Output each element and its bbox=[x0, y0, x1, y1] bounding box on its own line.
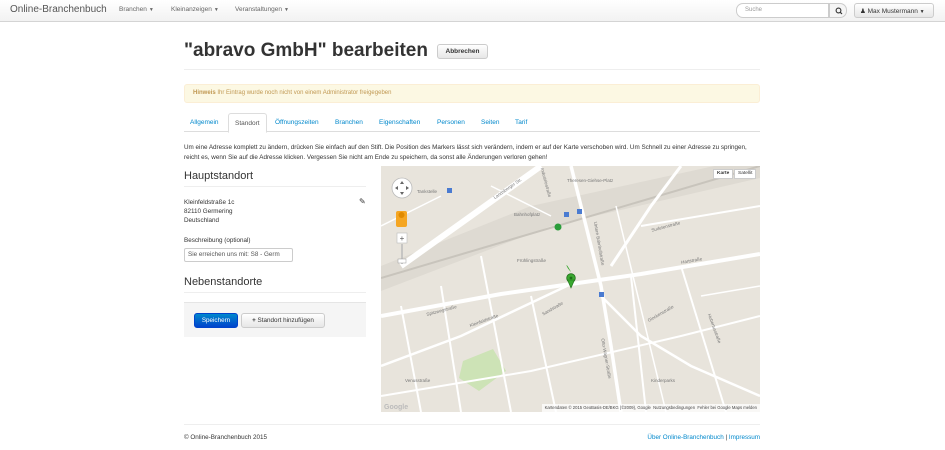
copyright: © Online-Branchenbuch 2015 bbox=[184, 434, 268, 441]
menu-kleinanzeigen[interactable]: Kleinanzeigen ▼ bbox=[171, 6, 219, 13]
footer-link-about[interactable]: Über Online-Branchenbuch bbox=[647, 434, 723, 441]
address-street: Kleinfeldstraße 1c bbox=[184, 199, 235, 206]
tab-standort[interactable]: Standort bbox=[228, 113, 267, 133]
svg-text:+: + bbox=[400, 234, 405, 243]
description-input[interactable]: Sie erreichen uns mit: S8 - Germ bbox=[184, 248, 293, 262]
edit-address-pencil-icon[interactable]: ✎ bbox=[359, 197, 366, 206]
main-location-heading: Hauptstandort bbox=[184, 170, 254, 182]
chevron-down-icon: ▼ bbox=[148, 7, 154, 13]
tab-bar: Allgemein Standort Öffnungszeiten Branch… bbox=[184, 113, 760, 133]
add-location-button[interactable]: + Standort hinzufügen bbox=[241, 313, 325, 328]
map-roads: + bbox=[381, 166, 760, 412]
map-poi-label: Tankstelle bbox=[417, 189, 438, 194]
form-actions: Speichern + Standort hinzufügen bbox=[184, 302, 366, 337]
tab-tarif[interactable]: Tarif bbox=[509, 113, 533, 132]
map-place-label: Theresen-Giehse-Platz bbox=[567, 178, 614, 183]
address-country: Deutschland bbox=[184, 217, 220, 224]
tab-allgemein[interactable]: Allgemein bbox=[184, 113, 225, 132]
divider bbox=[184, 292, 366, 293]
description-label: Beschreibung (optional) bbox=[184, 237, 251, 244]
user-icon: ♟ bbox=[860, 8, 866, 15]
map-report-link[interactable]: Fehler bei Google Maps melden bbox=[697, 405, 757, 410]
cancel-button[interactable]: Abbrechen bbox=[437, 44, 488, 59]
map-poi-label: Kinderparks bbox=[651, 378, 676, 383]
pending-approval-alert: Hinweis Ihr Eintrag wurde noch nicht von… bbox=[184, 84, 760, 103]
tab-eigenschaften[interactable]: Eigenschaften bbox=[373, 113, 426, 132]
secondary-locations-heading: Nebenstandorte bbox=[184, 276, 263, 288]
map-street-label: Venusstraße bbox=[405, 378, 431, 383]
google-logo: Google bbox=[384, 404, 409, 411]
plus-icon: + bbox=[252, 317, 256, 324]
map-type-map-button[interactable]: Karte bbox=[713, 169, 734, 179]
map-street-label: Bahnhofplatz bbox=[514, 212, 541, 217]
user-menu-button[interactable]: ♟ Max Mustermann ▼ bbox=[854, 3, 934, 18]
save-button[interactable]: Speichern bbox=[194, 313, 238, 328]
footer-link-imprint[interactable]: Impressum bbox=[729, 434, 760, 441]
map-terms-link[interactable]: Nutzungsbedingungen bbox=[653, 405, 695, 410]
tab-branchen[interactable]: Branchen bbox=[329, 113, 369, 132]
footer-links: Über Online-Branchenbuch | Impressum bbox=[647, 434, 760, 441]
menu-veranstaltungen[interactable]: Veranstaltungen ▼ bbox=[235, 6, 289, 13]
divider bbox=[184, 186, 366, 187]
main-address[interactable]: Kleinfeldstraße 1c 82110 Germering Deuts… bbox=[184, 198, 234, 225]
map-type-satellite-button[interactable]: Satellit bbox=[734, 169, 757, 179]
divider bbox=[184, 69, 760, 70]
top-navbar: Online-Branchenbuch Branchen ▼ Kleinanzei… bbox=[0, 0, 945, 22]
map-street-label: Frühlingstraße bbox=[517, 258, 547, 263]
intro-text: Um eine Adresse komplett zu ändern, drüc… bbox=[184, 144, 747, 161]
brand-link[interactable]: Online-Branchenbuch bbox=[10, 4, 107, 15]
tab-oeffnungszeiten[interactable]: Öffnungszeiten bbox=[269, 113, 325, 132]
tab-personen[interactable]: Personen bbox=[431, 113, 471, 132]
chevron-down-icon: ▼ bbox=[213, 7, 219, 13]
search-input[interactable]: Suche bbox=[736, 3, 829, 18]
menu-branchen[interactable]: Branchen ▼ bbox=[119, 6, 154, 13]
divider bbox=[184, 424, 760, 425]
tab-seiten[interactable]: Seiten bbox=[475, 113, 505, 132]
address-city: 82110 Germering bbox=[184, 208, 233, 215]
page-title: "abravo GmbH" bearbeiten bbox=[184, 40, 428, 61]
chevron-down-icon: ▼ bbox=[919, 9, 925, 15]
map-attribution: Kartendaten © 2015 GeoBasis-DE/BKG (©200… bbox=[541, 404, 760, 412]
search-icon bbox=[835, 7, 843, 15]
location-map[interactable]: + Landsberger Str. Theresen-Giehse-Platz… bbox=[381, 166, 760, 412]
search-button[interactable] bbox=[829, 3, 847, 18]
chevron-down-icon: ▼ bbox=[283, 7, 289, 13]
